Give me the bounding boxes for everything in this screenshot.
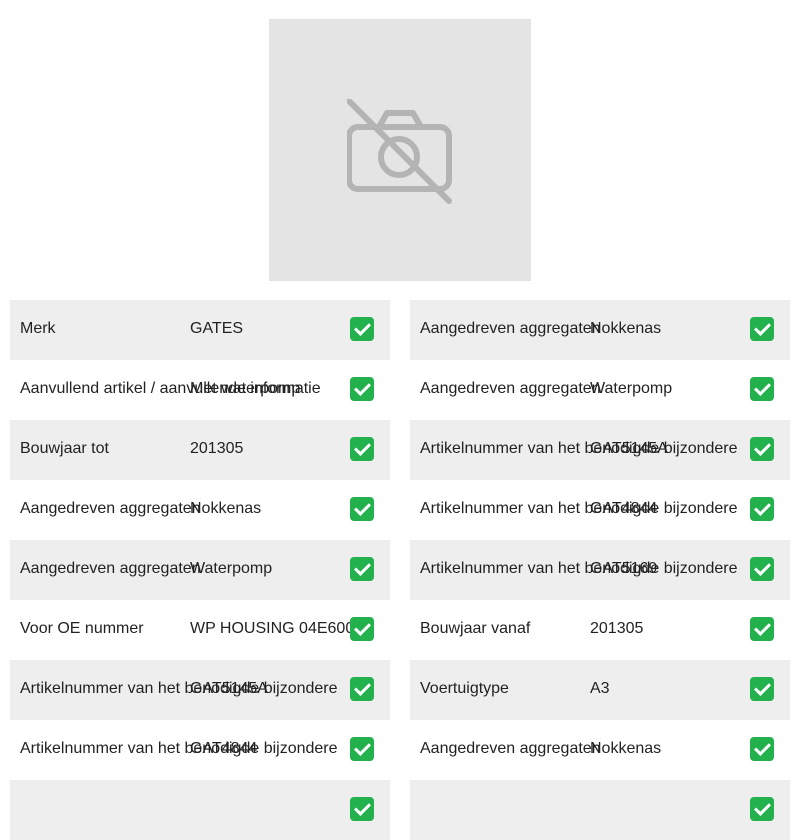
product-image-placeholder [269, 19, 531, 281]
spec-row: Aangedreven aggregaten Waterpomp [10, 540, 390, 600]
spec-row: Artikelnummer van het benodigde bijzonde… [10, 660, 390, 720]
checkmark-icon [350, 677, 374, 701]
checkmark-icon [750, 497, 774, 521]
spec-label: Aangedreven aggregaten [20, 500, 201, 517]
spec-value: Met waterpomp [190, 380, 301, 397]
spec-value: GAT4844 [190, 740, 258, 757]
spec-label: Aangedreven aggregaten [20, 560, 201, 577]
checkmark-icon [350, 617, 374, 641]
checkmark-icon [350, 317, 374, 341]
spec-value: Nokkenas [190, 500, 262, 517]
spec-label: Bouwjaar vanaf [420, 620, 531, 637]
spec-value: GATES [190, 320, 244, 337]
spec-row: Aangedreven aggregaten Nokkenas [10, 480, 390, 540]
checkmark-icon [350, 797, 374, 821]
spec-row: Artikelnummer van het benodigde bijzonde… [10, 720, 390, 780]
spec-label: Bouwjaar tot [20, 440, 109, 457]
spec-label: Aangedreven aggregaten [420, 740, 601, 757]
spec-row [410, 780, 790, 840]
spec-value: Waterpomp [190, 560, 273, 577]
spec-label: Aangedreven aggregaten [420, 380, 601, 397]
spec-label: Artikelnummer van het benodigde bijzonde… [420, 440, 738, 457]
checkmark-icon [750, 797, 774, 821]
spec-row: Artikelnummer van het benodigde bijzonde… [410, 420, 790, 480]
spec-value: GAT5169 [590, 560, 658, 577]
spec-row: Artikelnummer van het benodigde bijzonde… [410, 480, 790, 540]
spec-row: Voertuigtype A3 [410, 660, 790, 720]
spec-row: Artikelnummer van het benodigde bijzonde… [410, 540, 790, 600]
checkmark-icon [350, 737, 374, 761]
spec-label: Artikelnummer van het benodigde bijzonde… [420, 500, 738, 517]
spec-value: Nokkenas [590, 740, 662, 757]
checkmark-icon [750, 377, 774, 401]
spec-value: 201305 [190, 440, 244, 457]
checkmark-icon [750, 437, 774, 461]
checkmark-icon [750, 737, 774, 761]
spec-label: Voertuigtype [420, 680, 509, 697]
spec-row: Merk GATES [10, 300, 390, 360]
spec-label: Artikelnummer van het benodigde bijzonde… [20, 740, 338, 757]
spec-value: WP HOUSING 04E600 [190, 620, 355, 637]
spec-row: Aangedreven aggregaten Waterpomp [410, 360, 790, 420]
specs-table-left: Merk GATES Aanvullend artikel / aanvullen… [10, 300, 390, 840]
spec-row: Bouwjaar vanaf 201305 [410, 600, 790, 660]
spec-row: Aanvullend artikel / aanvullende informa… [10, 360, 390, 420]
spec-value: GAT5145A [590, 440, 668, 457]
spec-value: 201305 [590, 620, 644, 637]
spec-value: Waterpomp [590, 380, 673, 397]
checkmark-icon [350, 557, 374, 581]
spec-value: GAT5145A [190, 680, 268, 697]
spec-row: Bouwjaar tot 201305 [10, 420, 390, 480]
spec-value: A3 [590, 680, 610, 697]
spec-label: Artikelnummer van het benodigde bijzonde… [420, 560, 738, 577]
spec-row: Aangedreven aggregaten Nokkenas [410, 720, 790, 780]
spec-value: GAT4844 [590, 500, 658, 517]
checkmark-icon [350, 377, 374, 401]
spec-row: Aangedreven aggregaten Nokkenas [410, 300, 790, 360]
specs-table-right: Aangedreven aggregaten Nokkenas Aangedrev… [410, 300, 790, 840]
spec-label: Voor OE nummer [20, 620, 144, 637]
checkmark-icon [750, 317, 774, 341]
spec-label: Aangedreven aggregaten [420, 320, 601, 337]
checkmark-icon [350, 497, 374, 521]
checkmark-icon [750, 617, 774, 641]
spec-label: Merk [20, 320, 56, 337]
checkmark-icon [750, 557, 774, 581]
no-photo-icon [347, 99, 452, 204]
spec-label: Artikelnummer van het benodigde bijzonde… [20, 680, 338, 697]
checkmark-icon [750, 677, 774, 701]
spec-row [10, 780, 390, 840]
spec-value: Nokkenas [590, 320, 662, 337]
checkmark-icon [350, 437, 374, 461]
spec-row: Voor OE nummer WP HOUSING 04E600 [10, 600, 390, 660]
